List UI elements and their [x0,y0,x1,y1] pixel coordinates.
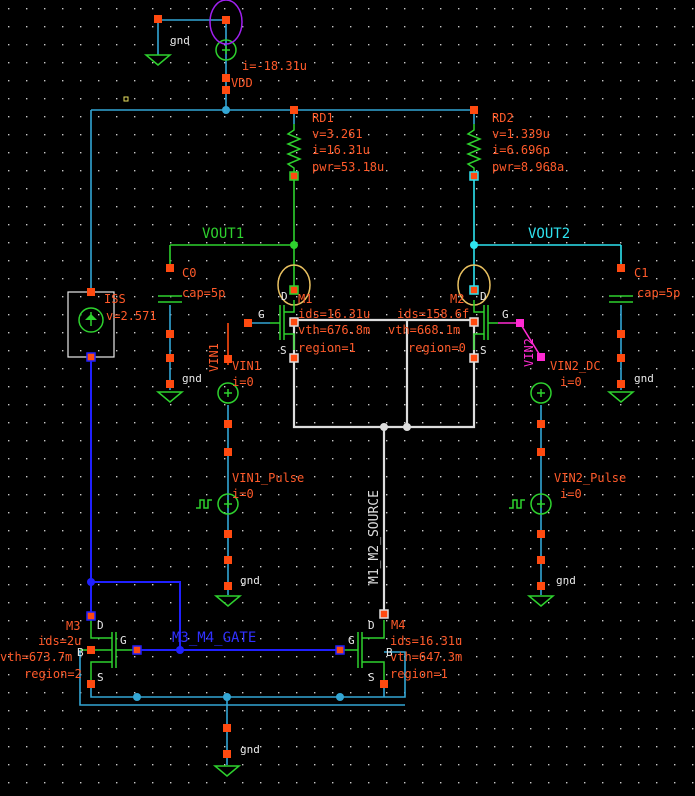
label-vin1-name: VIN1 [232,359,261,373]
label-vin1-net: VIN1 [207,343,221,372]
label-m4-name: M4 [391,618,405,632]
pin-label-m4-g: G [348,634,355,647]
label-m3-ids: ids=2u [38,634,81,648]
label-c0-name: C0 [182,266,196,280]
label-rd1-name: RD1 [312,111,334,125]
label-rd2-name: RD2 [492,111,514,125]
pin-label-m1-d: D [281,290,288,303]
label-gnd-top: gnd [170,34,190,47]
label-vin2p-name: VIN2_Pulse [554,471,626,485]
label-iss-name: ISS [104,292,126,306]
pin-label-m2-g: G [502,308,509,321]
label-vin1p-name: VIN1_Pulse [232,471,304,485]
label-vout2: VOUT2 [528,226,570,242]
label-m3-vth: vth=673.7m [0,650,72,664]
pin-label-m2-s: S [480,344,487,357]
pin-label-m3-g: G [120,634,127,647]
pin-label-m4-s: S [368,671,375,684]
pin-label-m2-d: D [480,290,487,303]
label-vdd: VDD [231,76,253,90]
label-vin1-i: i=0 [232,375,254,389]
label-m4-vth: vth=647.3m [390,650,462,664]
label-rd1-pwr: pwr=53.18u [312,160,384,174]
label-m4-region: region=1 [390,667,448,681]
pin-label-m3-s: S [97,671,104,684]
label-gnd-bottom: gnd [240,743,260,756]
label-vsrc-current: i=-18.31u [242,59,307,73]
label-vin1p-i: i=0 [232,487,254,501]
label-vin2-net: VIN2 [522,338,536,367]
label-m2-ids: ids=158.6f [397,307,469,321]
label-rd1-v: v=3.261 [312,127,363,141]
pin-label-m4-b: B [386,646,393,659]
label-rd2-i: i=6.696p [492,143,550,157]
label-m1-vth: vth=676.8m [298,323,370,337]
schematic-canvas: gnd i=-18.31u VDD RD1 v=3.261 i=16.31u p… [0,0,695,796]
label-m2-name: M2 [450,292,464,306]
label-rd2-pwr: pwr=8.968a [492,160,564,174]
label-m2-region: region=0 [408,341,466,355]
pin-label-m1-g: G [258,308,265,321]
label-m3-name: M3 [66,619,80,633]
label-c0-cap: cap=5p [182,286,225,300]
pin-label-m3-d: D [97,619,104,632]
label-rd1-i: i=16.31u [312,143,370,157]
label-m2-vth: vth=668.1m [388,323,460,337]
label-vin1-gnd: gnd [240,574,260,587]
label-c0-gnd: gnd [182,372,202,385]
label-m1-name: M1 [298,292,312,306]
label-vout1: VOUT1 [202,226,244,242]
label-m1-ids: ids=16.31u [298,307,370,321]
grid-background [0,0,695,796]
label-m4-ids: ids=16.31u [390,634,462,648]
label-vin2-i: i=0 [560,375,582,389]
label-vin2-gnd: gnd [556,574,576,587]
label-m1-m2-source: M1_M2_SOURCE [367,490,382,584]
label-c1-name: C1 [634,266,648,280]
label-vin2-name: VIN2_DC [550,359,601,373]
label-m3-region: region=2 [24,667,82,681]
label-m3-m4-gate: M3_M4_GATE [172,630,256,646]
pin-label-m1-s: S [280,344,287,357]
pin-label-m3-b: B [77,646,84,659]
label-c1-gnd: gnd [634,372,654,385]
label-iss-v: v=2.571 [106,309,157,323]
label-vin2p-i: i=0 [560,487,582,501]
label-rd2-v: v=1.339u [492,127,550,141]
pin-label-m4-d: D [368,619,375,632]
label-c1-cap: cap=5p [637,286,680,300]
label-m1-region: region=1 [298,341,356,355]
